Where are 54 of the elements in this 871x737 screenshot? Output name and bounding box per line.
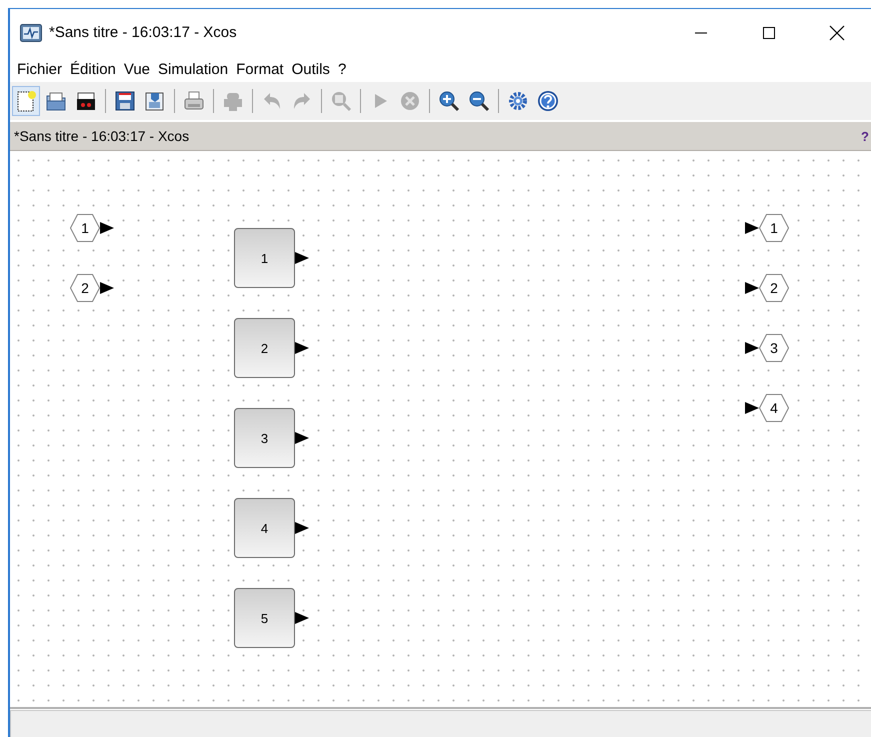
new-diagram-icon (15, 90, 37, 112)
port-number: 1 (770, 220, 778, 236)
port-arrow-icon (745, 342, 759, 354)
block[interactable]: 4 (234, 498, 295, 558)
menu-item[interactable]: Outils (288, 60, 334, 78)
print-icon (183, 90, 205, 112)
block[interactable]: 5 (234, 588, 295, 648)
stop-icon (399, 90, 421, 112)
zoom-fit-icon (330, 90, 352, 112)
input-port[interactable] (70, 214, 100, 242)
port-arrow-icon (295, 342, 309, 354)
port-arrow-icon (295, 522, 309, 534)
output-port[interactable] (759, 274, 789, 302)
port-arrow-icon (745, 222, 759, 234)
settings-icon (507, 90, 529, 112)
port-number: 1 (81, 220, 89, 236)
output-port[interactable] (759, 334, 789, 362)
window-title: *Sans titre - 16:03:17 - Xcos (49, 24, 238, 41)
block[interactable]: 3 (234, 408, 295, 468)
help-icon (537, 90, 559, 112)
open-folder-icon (45, 90, 67, 112)
port-number: 3 (770, 340, 778, 356)
save-as-icon (144, 90, 166, 112)
close-icon (829, 24, 845, 40)
port-arrow-icon (745, 282, 759, 294)
app-icon (20, 24, 42, 42)
menu-item[interactable]: Format (232, 60, 288, 78)
zoom-in-icon (438, 90, 460, 112)
port-arrow-icon (295, 432, 309, 444)
save-icon (114, 90, 136, 112)
port-arrow-icon (100, 222, 114, 234)
zoom-out-icon (468, 90, 490, 112)
minimize-icon (694, 32, 708, 34)
maximize-icon (762, 26, 776, 40)
port-number: 4 (770, 400, 778, 416)
port-arrow-icon (295, 612, 309, 624)
menu-item[interactable]: Vue (120, 60, 154, 78)
help-link[interactable]: ? (861, 128, 869, 144)
output-port[interactable] (759, 214, 789, 242)
document-title: *Sans titre - 16:03:17 - Xcos (14, 128, 190, 144)
menu-item[interactable]: Fichier (13, 60, 66, 78)
block[interactable]: 2 (234, 318, 295, 378)
port-arrow-icon (100, 282, 114, 294)
output-port[interactable] (759, 394, 789, 422)
menu-item[interactable]: ? (334, 60, 350, 78)
menu-item[interactable]: Simulation (154, 60, 232, 78)
block[interactable]: 1 (234, 228, 295, 288)
port-arrow-icon (745, 402, 759, 414)
menu-item[interactable]: Édition (66, 60, 120, 78)
new-diagram-button[interactable] (12, 86, 40, 116)
port-number: 2 (81, 280, 89, 296)
input-port[interactable] (70, 274, 100, 302)
port-number: 2 (770, 280, 778, 296)
port-arrow-icon (295, 252, 309, 264)
